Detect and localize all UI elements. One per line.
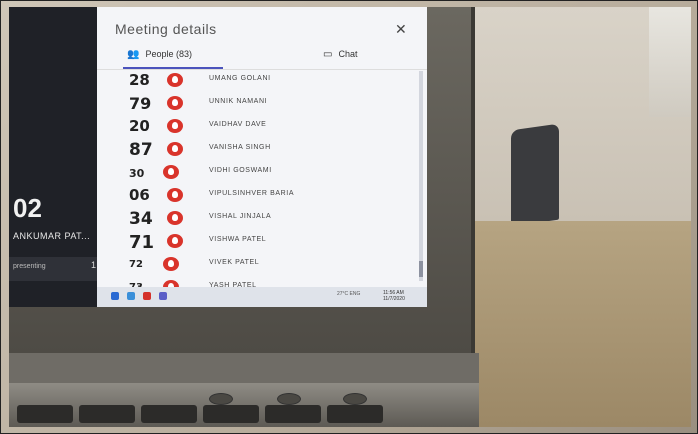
video-footer: presenting 1: [9, 257, 97, 281]
participant-name: VAIDHAV DAVE: [209, 121, 267, 128]
avatar-icon: [167, 73, 183, 87]
key: [265, 405, 321, 423]
participant-name: VISHWA PATEL: [209, 236, 267, 243]
close-icon[interactable]: ✕: [395, 21, 407, 38]
participant-number: 79: [129, 94, 152, 113]
participant-number: 30: [129, 167, 145, 180]
panel-title: Meeting details: [115, 21, 217, 37]
participant-number: 20: [129, 117, 150, 135]
keyboard: [9, 401, 479, 427]
participant-name: UNNIK NAMANI: [209, 98, 268, 105]
participant-number: 34: [129, 209, 153, 229]
key: [141, 405, 197, 423]
avatar-icon: [167, 142, 183, 156]
taskbar: 27°C ENG 11:56 AM 11/7/2020: [97, 287, 427, 307]
participant-row[interactable]: 06 VIPULSINHVER BARIA: [117, 184, 417, 206]
system-tray[interactable]: 27°C ENG: [337, 291, 360, 297]
clock: 11:56 AM 11/7/2020: [383, 290, 405, 302]
laptop-lower-bezel: [9, 353, 479, 383]
avatar-icon: [167, 188, 183, 202]
avatar-icon: [163, 165, 179, 179]
panel-tabs: 👥 People (83) ▭ Chat: [97, 45, 427, 70]
participant-row[interactable]: 28 UMANG GOLANI: [117, 69, 417, 91]
key: [203, 405, 259, 423]
video-number: 02: [13, 193, 42, 223]
laptop-screen: 02 ANKUMAR PAT... presenting 1 Meeting d…: [9, 7, 427, 307]
participant-number: 71: [129, 232, 155, 253]
avatar-icon: [167, 96, 183, 110]
participant-row[interactable]: 30 VIDHI GOSWAMI: [117, 161, 417, 183]
participant-name: VIPULSINHVER BARIA: [209, 190, 295, 197]
participant-number: 72: [129, 259, 143, 270]
clock-date: 11/7/2020: [383, 296, 405, 302]
key: [17, 405, 73, 423]
key: [327, 405, 383, 423]
participant-row[interactable]: 20 VAIDHAV DAVE: [117, 115, 417, 137]
video-tile: 02 ANKUMAR PAT... presenting 1: [9, 7, 97, 307]
participant-name: UMANG GOLANI: [209, 75, 271, 82]
participant-name: VIVEK PATEL: [209, 259, 260, 266]
photo: 02 ANKUMAR PAT... presenting 1 Meeting d…: [9, 7, 691, 427]
avatar-icon: [167, 211, 183, 225]
edge-icon[interactable]: [127, 292, 135, 300]
tab-people[interactable]: 👥 People (83): [127, 49, 192, 60]
participant-row[interactable]: 87 VANISHA SINGH: [117, 138, 417, 160]
participant-name: VISHAL JINJALA: [209, 213, 272, 220]
participant-row[interactable]: 72 VIVEK PATEL: [117, 253, 417, 275]
window-light: [649, 7, 691, 117]
tab-chat-label: Chat: [338, 49, 358, 59]
participant-number: 87: [129, 140, 153, 160]
laptop-bezel: 02 ANKUMAR PAT... presenting 1 Meeting d…: [9, 7, 475, 353]
participant-row[interactable]: 71 VISHWA PATEL: [117, 230, 417, 253]
avatar-icon: [163, 257, 179, 271]
photo-frame: 02 ANKUMAR PAT... presenting 1 Meeting d…: [0, 0, 698, 434]
participant-row[interactable]: 34 VISHAL JINJALA: [117, 207, 417, 229]
participant-number: 28: [129, 71, 150, 89]
teams-icon[interactable]: [159, 292, 167, 300]
windows-icon[interactable]: [111, 292, 119, 300]
video-footer-left: presenting: [13, 263, 46, 270]
key: [79, 405, 135, 423]
participant-name: VIDHI GOSWAMI: [209, 167, 272, 174]
avatar-icon: [167, 234, 183, 248]
avatar-icon: [167, 119, 183, 133]
video-footer-right: 1: [91, 260, 97, 270]
tab-chat[interactable]: ▭ Chat: [323, 49, 357, 60]
chair: [511, 123, 559, 227]
participant-name: VANISHA SINGH: [209, 144, 271, 151]
tab-people-label: People (83): [145, 49, 192, 59]
participant-row[interactable]: 79 UNNIK NAMANI: [117, 92, 417, 114]
people-icon: 👥: [127, 49, 140, 60]
chat-icon: ▭: [323, 49, 333, 60]
table: [471, 221, 691, 427]
video-name: ANKUMAR PAT...: [13, 231, 91, 241]
meeting-details-panel: Meeting details ✕ 👥 People (83) ▭ Chat 28 U…: [97, 7, 427, 295]
scrollbar-thumb[interactable]: [419, 261, 423, 277]
app-icon[interactable]: [143, 292, 151, 300]
participant-number: 06: [129, 186, 150, 204]
scrollbar[interactable]: [419, 71, 423, 281]
